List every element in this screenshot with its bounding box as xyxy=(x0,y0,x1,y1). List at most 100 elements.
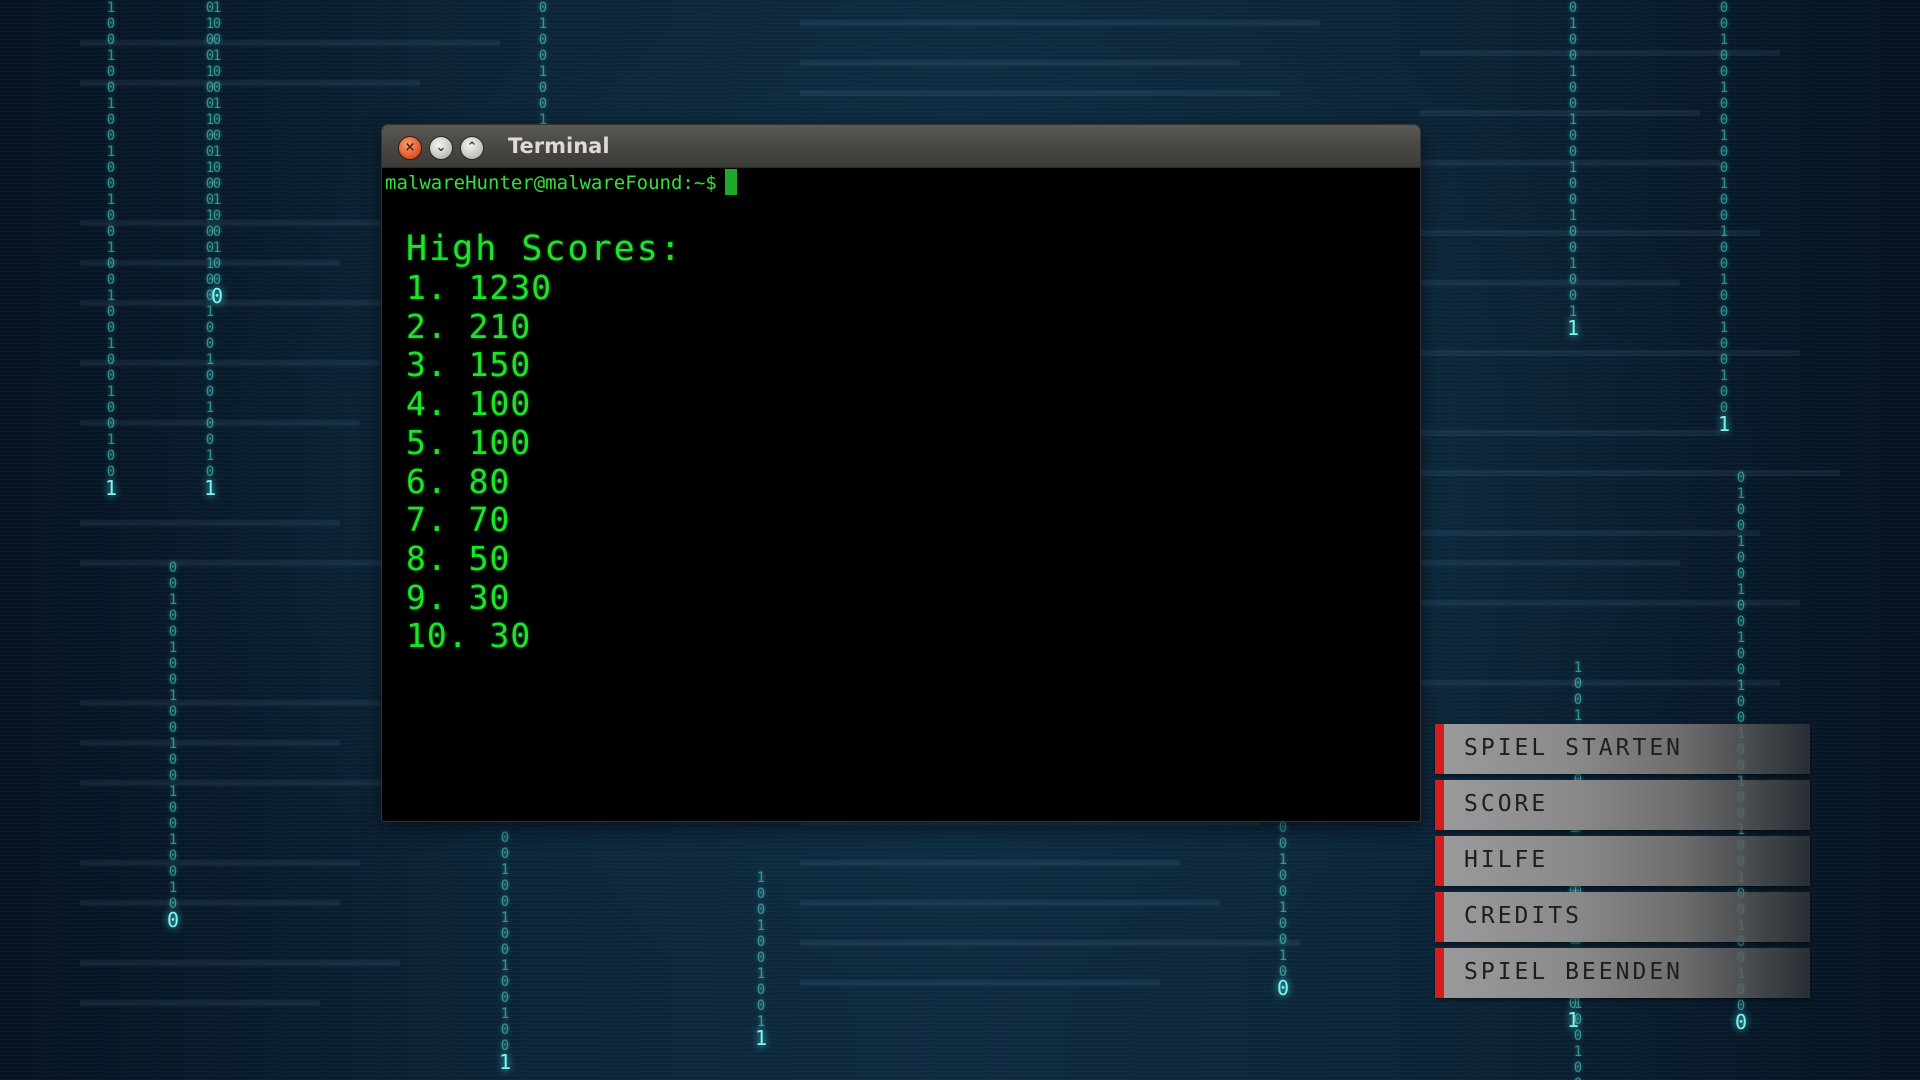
binary-glow: 0 xyxy=(210,284,224,308)
score-value: 100 xyxy=(468,422,532,462)
close-icon[interactable]: × xyxy=(399,137,421,159)
code-line xyxy=(80,900,340,906)
score-rank: 9. xyxy=(406,577,448,617)
window-title: Terminal xyxy=(508,134,610,158)
binary-column: 0 0 1 0 0 1 0 0 1 0 0 1 0 0 1 xyxy=(498,830,512,1074)
score-rank: 10. xyxy=(406,616,469,656)
code-line xyxy=(1420,680,1780,686)
binary-glow: 1 xyxy=(754,1026,768,1050)
code-line xyxy=(1420,350,1800,356)
score-rank: 4. xyxy=(406,384,448,424)
code-line xyxy=(80,1000,320,1006)
code-line xyxy=(80,420,360,426)
minimize-icon[interactable]: ⌄ xyxy=(430,137,452,159)
score-button[interactable]: SCORE xyxy=(1435,780,1810,830)
binary-glow: 1 xyxy=(1566,316,1580,340)
binary-column: 0 1 0 0 1 0 0 1 0 0 1 0 0 1 0 0 1 0 0 1 … xyxy=(1566,0,1580,340)
score-value: 70 xyxy=(468,500,511,540)
credits-button[interactable]: CREDITS xyxy=(1435,892,1810,942)
code-line xyxy=(80,80,420,86)
binary-column: 1 0 0 1 0 0 1 0 0 1 0 0 1 0 0 1 0 0 1 0 … xyxy=(104,0,118,500)
score-value: 30 xyxy=(468,577,511,617)
score-rank: 3. xyxy=(406,345,448,385)
code-line xyxy=(800,20,1320,26)
code-line xyxy=(1420,560,1680,566)
score-value: 1230 xyxy=(468,268,553,307)
score-rank: 7. xyxy=(406,500,448,540)
code-line xyxy=(1420,530,1760,536)
binary-glow: 1 xyxy=(203,476,217,500)
main-menu: SPIEL STARTEN SCORE HILFE CREDITS SPIEL BEEN… xyxy=(1435,724,1810,1004)
binary-glow: 1 xyxy=(1566,1008,1580,1032)
score-value: 150 xyxy=(468,345,532,385)
binary-glow: 0 xyxy=(166,908,180,932)
score-list: 1. 1230 2. 210 3. 150 4. 100 5. 100 6. 80 7. 7… xyxy=(406,268,683,656)
high-scores-panel: High Scores: 1. 1230 2. 210 3. 150 4. 100 5.… xyxy=(406,229,683,656)
code-line xyxy=(1420,280,1680,286)
code-line xyxy=(800,980,1160,986)
code-line xyxy=(800,90,1280,96)
binary-glow: 1 xyxy=(498,1050,512,1074)
terminal-prompt[interactable]: malwareHunter@malwareFound:~$ xyxy=(385,169,737,197)
score-value: 100 xyxy=(468,384,532,424)
score-value: 30 xyxy=(489,616,532,656)
binary-glow: 1 xyxy=(1717,412,1731,436)
binary-glow: 0 xyxy=(1734,1010,1748,1034)
code-line xyxy=(1420,470,1840,476)
score-row: 10. 30 xyxy=(406,616,683,656)
binary-glow: 1 xyxy=(104,476,118,500)
code-line xyxy=(80,740,340,746)
score-rank: 6. xyxy=(406,461,448,501)
binary-column: 0 0 1 0 0 1 0 0 1 0 0 1 0 0 1 0 0 1 0 0 … xyxy=(166,560,180,932)
binary-glow: 0 xyxy=(1276,976,1290,1000)
score-row: 7. 70 xyxy=(406,500,683,540)
score-value: 50 xyxy=(468,538,511,578)
score-rank: 8. xyxy=(406,538,448,578)
binary-column: 0 1 0 0 1 0 0 1 0 xyxy=(536,0,550,146)
menu-button-label: CREDITS xyxy=(1464,903,1582,929)
code-line xyxy=(1420,430,1720,436)
code-line xyxy=(80,360,380,366)
menu-button-label: SPIEL BEENDEN xyxy=(1464,959,1684,985)
code-line xyxy=(80,700,380,706)
score-row: 3. 150 xyxy=(406,346,683,385)
code-line xyxy=(80,860,360,866)
code-line xyxy=(80,560,420,566)
code-line xyxy=(80,220,380,226)
score-value: 80 xyxy=(468,461,511,501)
code-line xyxy=(800,60,1240,66)
code-line xyxy=(80,40,500,46)
quit-game-button[interactable]: SPIEL BEENDEN xyxy=(1435,948,1810,998)
score-rank: 5. xyxy=(406,422,448,462)
menu-button-label: SPIEL STARTEN xyxy=(1464,735,1684,761)
help-button[interactable]: HILFE xyxy=(1435,836,1810,886)
terminal-titlebar[interactable]: × ⌄ ⌃ Terminal xyxy=(382,125,1420,168)
menu-button-label: SCORE xyxy=(1464,791,1549,817)
binary-column: 1 0 0 1 0 0 1 0 0 1 0 0 1 0 0 1 0 0 0 xyxy=(210,0,224,308)
menu-button-label: HILFE xyxy=(1464,847,1549,873)
code-line xyxy=(80,780,400,786)
score-rank: 1. xyxy=(406,268,448,307)
text-cursor xyxy=(724,169,737,195)
maximize-icon[interactable]: ⌃ xyxy=(461,137,483,159)
binary-column: 1 0 0 1 0 0 1 0 0 1 1 xyxy=(754,870,768,1050)
code-line xyxy=(1420,110,1700,116)
score-row: 5. 100 xyxy=(406,422,683,463)
binary-column: 0 0 1 0 0 1 0 0 1 0 0 xyxy=(1276,820,1290,1000)
score-row: 8. 50 xyxy=(406,538,683,579)
start-game-button[interactable]: SPIEL STARTEN xyxy=(1435,724,1810,774)
code-line xyxy=(80,520,340,526)
score-row: 2. 210 xyxy=(406,306,683,347)
code-line xyxy=(1420,230,1760,236)
code-line xyxy=(800,940,1300,946)
terminal-window[interactable]: × ⌄ ⌃ Terminal malwareHunter@malwareFoun… xyxy=(382,125,1420,821)
score-rank: 2. xyxy=(406,306,448,346)
high-scores-title: High Scores: xyxy=(406,229,683,269)
score-row: 9. 30 xyxy=(406,577,683,618)
code-line xyxy=(800,900,1220,906)
score-row: 4. 100 xyxy=(406,384,683,424)
score-row: 1. 1230 xyxy=(406,268,683,308)
score-value: 210 xyxy=(468,306,532,346)
score-row: 6. 80 xyxy=(406,461,683,502)
prompt-text: malwareHunter@malwareFound:~$ xyxy=(385,172,717,194)
